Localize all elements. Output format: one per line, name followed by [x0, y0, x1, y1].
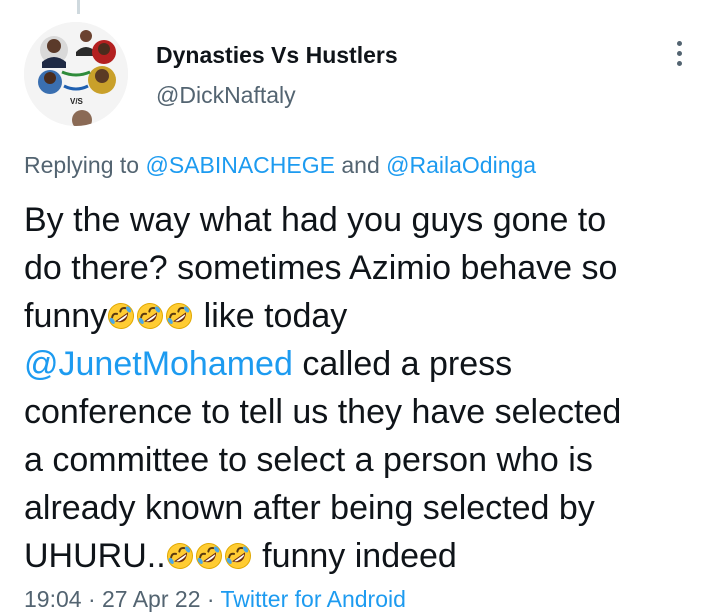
- more-dot-icon: [676, 50, 682, 56]
- meta-separator: ·: [206, 586, 215, 612]
- tweet-text-line: funny like today: [24, 292, 700, 340]
- tweet-text: By the way what had you guys gone to do …: [24, 196, 700, 580]
- mention-junetmohamed[interactable]: @JunetMohamed: [24, 345, 293, 383]
- reply-joiner: and: [341, 152, 380, 178]
- more-dot-icon: [676, 40, 682, 46]
- author-name[interactable]: Dynasties Vs Hustlers: [156, 42, 398, 69]
- tweet-text-line: a committee to select a person who is: [24, 441, 593, 479]
- rofl-emoji-icon: [195, 542, 223, 570]
- tweet-time[interactable]: 19:04: [24, 586, 82, 612]
- rofl-emoji-icon: [165, 302, 193, 330]
- author-handle[interactable]: @DickNaftaly: [156, 82, 296, 109]
- tweet-source-link[interactable]: Twitter for Android: [221, 586, 406, 612]
- tweet-metadata: 19:04 · 27 Apr 22 · Twitter for Android: [24, 586, 406, 613]
- tweet-text-line: UHURU.. funny indeed: [24, 532, 700, 580]
- avatar[interactable]: V/S: [24, 22, 128, 126]
- meta-separator: ·: [87, 586, 96, 612]
- reply-mention-railaodinga[interactable]: @RailaOdinga: [386, 152, 536, 178]
- tweet-date[interactable]: 27 Apr 22: [102, 586, 200, 612]
- rofl-emoji-icon: [136, 302, 164, 330]
- more-options-button[interactable]: [664, 38, 694, 68]
- tweet-text-fragment: funny: [24, 297, 108, 335]
- thread-connector-line: [77, 0, 80, 14]
- tweet-text-line: do there? sometimes Azimio behave so: [24, 249, 618, 287]
- tweet-text-fragment: funny indeed: [252, 537, 457, 575]
- rofl-emoji-icon: [166, 542, 194, 570]
- more-dot-icon: [676, 60, 682, 66]
- tweet-text-line: conference to tell us they have selected: [24, 393, 622, 431]
- replying-to-label: Replying to: [24, 152, 140, 178]
- rofl-emoji-icon: [107, 302, 135, 330]
- avatar-collage-image: V/S: [24, 22, 128, 126]
- tweet-text-line: @JunetMohamed called a press: [24, 340, 700, 388]
- avatar-vs-label: V/S: [70, 97, 84, 106]
- tweet-text-fragment: UHURU..: [24, 537, 166, 575]
- rofl-emoji-icon: [224, 542, 252, 570]
- replying-to-line: Replying to @SABINACHEGE and @RailaOding…: [24, 152, 536, 179]
- tweet-text-fragment: called a press: [292, 345, 513, 383]
- reply-mention-sabinachege[interactable]: @SABINACHEGE: [145, 152, 335, 178]
- tweet-text-line: already known after being selected by: [24, 489, 595, 527]
- tweet-text-fragment: like today: [194, 297, 348, 335]
- tweet-text-line: By the way what had you guys gone to: [24, 201, 607, 239]
